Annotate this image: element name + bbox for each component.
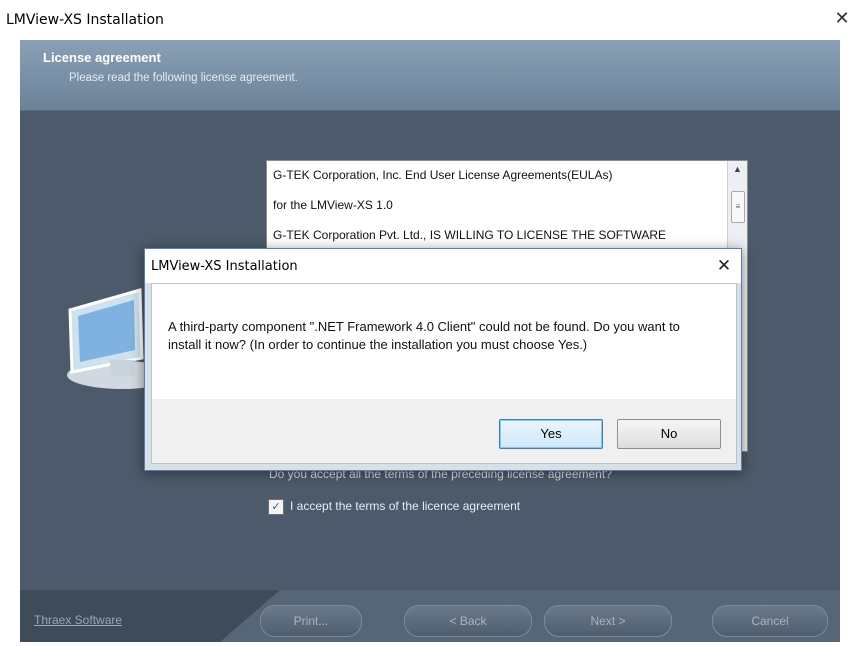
license-line: for the LMView-XS 1.0: [273, 198, 393, 212]
dialog-title: LMView-XS Installation: [151, 259, 298, 274]
page-title: License agreement: [43, 50, 161, 65]
vendor-link[interactable]: Thraex Software: [34, 613, 122, 627]
dialog-titlebar: LMView-XS Installation ✕: [145, 249, 741, 283]
license-line: G-TEK Corporation Pvt. Ltd., IS WILLING …: [273, 228, 666, 242]
accept-checkbox-label[interactable]: I accept the terms of the licence agreem…: [290, 499, 520, 513]
no-button[interactable]: No: [617, 419, 721, 449]
license-line: G-TEK Corporation, Inc. End User License…: [273, 168, 613, 182]
back-button[interactable]: < Back: [404, 605, 532, 637]
print-button[interactable]: Print...: [260, 605, 362, 637]
dialog-close-icon[interactable]: ✕: [713, 255, 735, 277]
next-button[interactable]: Next >: [544, 605, 672, 637]
scroll-up-icon[interactable]: ▲: [728, 161, 747, 178]
framework-missing-dialog: LMView-XS Installation ✕ A third-party c…: [144, 248, 742, 471]
outer-window-title: LMView-XS Installation: [6, 12, 164, 28]
outer-close-icon[interactable]: ✕: [832, 9, 852, 29]
page-subtitle: Please read the following license agreem…: [69, 72, 298, 84]
installer-footer: Thraex Software Print... < Back Next > C…: [20, 590, 840, 642]
dialog-message: A third-party component ".NET Framework …: [168, 319, 680, 352]
accept-checkbox[interactable]: ✓: [268, 499, 284, 515]
yes-button[interactable]: Yes: [499, 419, 603, 449]
scroll-thumb-icon[interactable]: ≡: [731, 191, 745, 223]
outer-titlebar: LMView-XS Installation ✕: [0, 0, 860, 40]
cancel-button[interactable]: Cancel: [712, 605, 828, 637]
dialog-body: A third-party component ".NET Framework …: [151, 283, 737, 400]
header-band: License agreement Please read the follow…: [20, 40, 840, 111]
